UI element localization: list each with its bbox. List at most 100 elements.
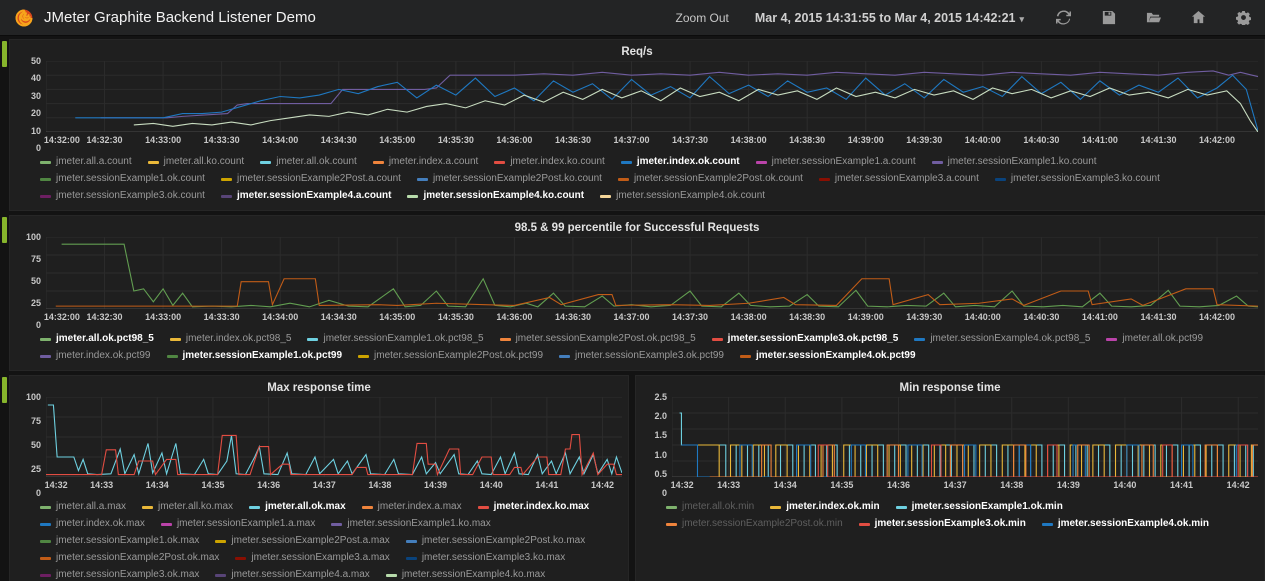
plot-area[interactable] <box>46 237 1258 309</box>
legend-item[interactable]: jmeter.sessionExample1.a.count <box>756 156 916 168</box>
x-axis-tick-label: 14:35:00 <box>379 135 415 145</box>
legend-item[interactable]: jmeter.all.ok.count <box>260 156 357 168</box>
legend-item[interactable]: jmeter.all.ok.max <box>249 501 346 513</box>
legend-item[interactable]: jmeter.sessionExample1.ok.min <box>896 501 1063 513</box>
row-collapse-button[interactable] <box>2 41 7 67</box>
panel-title[interactable]: Req/s <box>16 42 1258 61</box>
legend-item[interactable]: jmeter.index.ok.max <box>40 518 145 530</box>
y-axis-tick-label: 50 <box>31 440 41 450</box>
legend-item[interactable]: jmeter.sessionExample4.ok.count <box>600 190 765 202</box>
row-collapse-button[interactable] <box>2 217 7 243</box>
legend-item[interactable]: jmeter.all.ok.min <box>666 501 754 513</box>
legend-item[interactable]: jmeter.sessionExample3.a.max <box>235 552 389 564</box>
time-range-picker[interactable]: Mar 4, 2015 14:31:55 to Mar 4, 2015 14:4… <box>755 11 1024 25</box>
legend-item[interactable]: jmeter.sessionExample2Post.a.count <box>221 173 401 185</box>
legend-item[interactable]: jmeter.sessionExample3.ko.count <box>995 173 1160 185</box>
legend-series-marker <box>859 523 870 526</box>
legend-series-label: jmeter.index.ko.count <box>510 156 605 168</box>
legend-item[interactable]: jmeter.sessionExample4.ko.max <box>386 569 545 581</box>
legend-item[interactable]: jmeter.all.ok.pct99 <box>1106 333 1203 345</box>
x-axis-tick-label: 14:42:00 <box>1199 312 1235 322</box>
panel-title[interactable]: Max response time <box>16 378 622 397</box>
legend-item[interactable]: jmeter.index.ko.max <box>478 501 590 513</box>
panel-title[interactable]: 98.5 & 99 percentile for Successful Requ… <box>16 218 1258 237</box>
legend-item[interactable]: jmeter.sessionExample3.ok.max <box>40 569 199 581</box>
legend-series-marker <box>770 506 781 509</box>
legend-item[interactable]: jmeter.sessionExample4.a.max <box>215 569 369 581</box>
legend-item[interactable]: jmeter.sessionExample1.ok.pct98_5 <box>307 333 483 345</box>
legend-item[interactable]: jmeter.sessionExample4.ko.count <box>407 190 584 202</box>
legend-item[interactable]: jmeter.sessionExample1.ok.max <box>40 535 199 547</box>
home-icon[interactable] <box>1191 10 1206 25</box>
legend-series-marker <box>373 161 384 164</box>
x-axis-tick-label: 14:33:30 <box>204 312 240 322</box>
legend-item[interactable]: jmeter.sessionExample3.ok.pct99 <box>559 350 724 362</box>
grafana-logo[interactable] <box>14 8 34 28</box>
zoom-out-button[interactable]: Zoom Out <box>676 11 729 25</box>
legend-item[interactable]: jmeter.sessionExample4.ok.pct98_5 <box>914 333 1090 345</box>
legend-series-marker <box>995 178 1006 181</box>
legend-item[interactable]: jmeter.index.ok.count <box>621 156 740 168</box>
legend-item[interactable]: jmeter.sessionExample2Post.ok.pct99 <box>358 350 543 362</box>
panel-title[interactable]: Min response time <box>642 378 1258 397</box>
legend-item[interactable]: jmeter.sessionExample2Post.ok.max <box>40 552 219 564</box>
dashboard-title[interactable]: JMeter Graphite Backend Listener Demo <box>44 9 316 26</box>
x-axis-tick-label: 14:37 <box>313 480 336 490</box>
legend-item[interactable]: jmeter.sessionExample2Post.ok.pct98_5 <box>500 333 696 345</box>
legend-item[interactable]: jmeter.sessionExample2Post.a.max <box>215 535 389 547</box>
legend-item[interactable]: jmeter.sessionExample4.ok.pct99 <box>740 350 916 362</box>
legend-item[interactable]: jmeter.all.a.count <box>40 156 132 168</box>
x-axis-tick-label: 14:32 <box>45 480 68 490</box>
legend-item[interactable]: jmeter.sessionExample3.ok.pct98_5 <box>712 333 899 345</box>
plot-area[interactable] <box>46 61 1258 132</box>
x-axis: 14:32:0014:32:3014:33:0014:33:3014:34:00… <box>46 135 1258 148</box>
open-folder-icon[interactable] <box>1146 10 1161 25</box>
legend-series-label: jmeter.sessionExample4.ok.pct98_5 <box>930 333 1090 345</box>
x-axis-tick-label: 14:41 <box>535 480 558 490</box>
legend-item[interactable]: jmeter.sessionExample2Post.ok.min <box>666 518 843 530</box>
legend-item[interactable]: jmeter.sessionExample2Post.ko.count <box>417 173 602 185</box>
legend-item[interactable]: jmeter.sessionExample1.ok.count <box>40 173 205 185</box>
legend-item[interactable]: jmeter.sessionExample4.ok.min <box>1042 518 1209 530</box>
row-2: 98.5 & 99 percentile for Successful Requ… <box>0 215 1265 371</box>
legend-item[interactable]: jmeter.all.ok.pct98_5 <box>40 333 154 345</box>
legend-series-label: jmeter.all.ko.count <box>164 156 245 168</box>
legend-series-marker <box>618 178 629 181</box>
settings-icon[interactable] <box>1236 10 1251 25</box>
legend-item[interactable]: jmeter.all.ko.max <box>142 501 233 513</box>
x-axis-tick-label: 14:39 <box>1057 480 1080 490</box>
legend-item[interactable]: jmeter.sessionExample3.a.count <box>819 173 979 185</box>
legend-item[interactable]: jmeter.sessionExample1.a.max <box>161 518 315 530</box>
legend-series-marker <box>40 506 51 509</box>
legend-item[interactable]: jmeter.all.a.max <box>40 501 126 513</box>
legend-item[interactable]: jmeter.index.a.count <box>373 156 479 168</box>
x-axis-tick-label: 14:39:00 <box>848 312 884 322</box>
legend-item[interactable]: jmeter.sessionExample1.ok.pct99 <box>167 350 343 362</box>
x-axis-tick-label: 14:36:00 <box>496 312 532 322</box>
legend-item[interactable]: jmeter.index.ok.pct98_5 <box>170 333 292 345</box>
legend-item[interactable]: jmeter.index.a.max <box>362 501 462 513</box>
legend-item[interactable]: jmeter.sessionExample1.ko.max <box>331 518 490 530</box>
legend-item[interactable]: jmeter.sessionExample4.a.count <box>221 190 392 202</box>
legend-item[interactable]: jmeter.sessionExample3.ok.min <box>859 518 1026 530</box>
legend-item[interactable]: jmeter.index.ok.min <box>770 501 879 513</box>
legend-item[interactable]: jmeter.index.ok.pct99 <box>40 350 151 362</box>
save-icon[interactable] <box>1101 10 1116 25</box>
legend-item[interactable]: jmeter.sessionExample3.ok.count <box>40 190 205 202</box>
legend-item[interactable]: jmeter.sessionExample2Post.ko.max <box>406 535 585 547</box>
legend-item[interactable]: jmeter.all.ko.count <box>148 156 245 168</box>
legend-series-marker <box>40 557 51 560</box>
legend-item[interactable]: jmeter.sessionExample3.ko.max <box>406 552 565 564</box>
legend-series-label: jmeter.all.ok.max <box>265 501 346 513</box>
plot-area[interactable] <box>672 397 1258 477</box>
legend-series-label: jmeter.index.a.count <box>389 156 479 168</box>
x-axis-tick-label: 14:41:00 <box>1082 312 1118 322</box>
legend-series-label: jmeter.sessionExample4.ok.count <box>616 190 765 202</box>
plot-area[interactable] <box>46 397 622 477</box>
refresh-icon[interactable] <box>1056 10 1071 25</box>
legend-item[interactable]: jmeter.sessionExample1.ko.count <box>932 156 1097 168</box>
legend-item[interactable]: jmeter.index.ko.count <box>494 156 605 168</box>
legend-item[interactable]: jmeter.sessionExample2Post.ok.count <box>618 173 803 185</box>
row-collapse-button[interactable] <box>2 377 7 403</box>
legend-series-marker <box>40 161 51 164</box>
